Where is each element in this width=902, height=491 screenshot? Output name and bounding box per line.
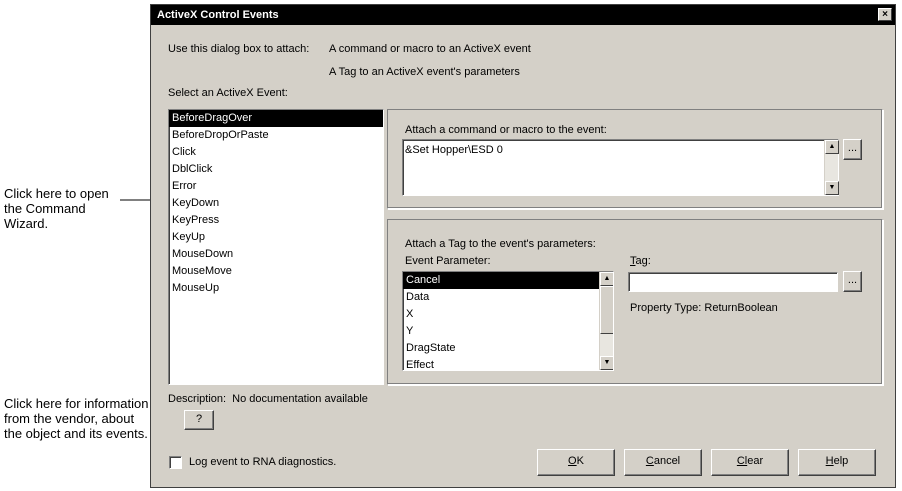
event-item-mousemove[interactable]: MouseMove (169, 263, 383, 280)
cancel-u: C (645, 455, 654, 467)
clear-rest: ear (747, 455, 764, 467)
event-item-click[interactable]: Click (169, 144, 383, 161)
event-item-error[interactable]: Error (169, 178, 383, 195)
command-group-label: Attach a command or macro to the event: (405, 124, 607, 136)
event-item-keydown[interactable]: KeyDown (169, 195, 383, 212)
property-type-label: Property Type: (630, 302, 702, 314)
event-item-beforedroporpaste[interactable]: BeforeDropOrPaste (169, 127, 383, 144)
description-label: Description: (168, 393, 227, 405)
param-item-data[interactable]: Data (403, 289, 599, 306)
intro-option-command: A command or macro to an ActiveX event (329, 43, 531, 55)
param-scroll-down-icon[interactable]: ▼ (600, 356, 613, 370)
log-event-label: Log event to RNA diagnostics. (189, 456, 337, 468)
property-type: Property Type: ReturnBoolean (630, 302, 778, 314)
ok-button[interactable]: OK (537, 449, 615, 476)
select-event-label: Select an ActiveX Event: (168, 87, 288, 99)
clear-u: Cl (736, 455, 748, 467)
help-u: H (825, 455, 834, 467)
param-item-effect[interactable]: Effect (403, 357, 599, 370)
event-list[interactable]: BeforeDragOver BeforeDropOrPaste Click DblC… (168, 109, 384, 385)
intro-prefix: Use this dialog box to attach: (168, 43, 310, 55)
tag-group-label: Attach a Tag to the event's parameters: (405, 238, 596, 250)
event-parameter-list[interactable]: Cancel Data X Y DragState Effect ▲ ▼ (402, 271, 614, 371)
tag-input[interactable] (628, 272, 838, 292)
property-type-value: ReturnBoolean (704, 302, 778, 314)
tag-browse-button[interactable]: ... (843, 271, 862, 292)
event-parameter-label: Event Parameter: (405, 255, 491, 267)
dialog-title: ActiveX Control Events (157, 9, 279, 21)
event-item-beforedragover[interactable]: BeforeDragOver (169, 110, 383, 127)
param-item-x[interactable]: X (403, 306, 599, 323)
log-event-checkbox[interactable] (169, 456, 182, 469)
tag-label: Tag: (630, 255, 651, 267)
ok-rest: K (576, 455, 584, 467)
event-items: BeforeDragOver BeforeDropOrPaste Click DblC… (169, 110, 383, 297)
ok-u: O (568, 455, 577, 467)
param-items: Cancel Data X Y DragState Effect (403, 272, 599, 370)
vendor-help-button[interactable]: ? (184, 410, 214, 430)
dialog-titlebar: ActiveX Control Events × (151, 5, 895, 25)
help-rest: elp (833, 455, 849, 467)
command-input[interactable]: &Set Hopper\ESD 0 ▲ ▼ (402, 139, 839, 196)
event-item-mousedown[interactable]: MouseDown (169, 246, 383, 263)
callout-vendor-info: Click here for information from the vend… (4, 396, 149, 441)
param-item-y[interactable]: Y (403, 323, 599, 340)
description: Description: No documentation available (168, 393, 368, 405)
param-item-cancel[interactable]: Cancel (403, 272, 599, 289)
close-icon[interactable]: × (878, 8, 892, 21)
intro-option-tag: A Tag to an ActiveX event's parameters (329, 66, 520, 78)
description-value: No documentation available (232, 393, 368, 405)
param-scroll-up-icon[interactable]: ▲ (600, 272, 613, 286)
cancel-button[interactable]: Cancel (624, 449, 702, 476)
cancel-rest: ancel (653, 455, 681, 467)
param-scrollbar[interactable]: ▲ ▼ (599, 272, 613, 370)
command-scrollbar[interactable]: ▲ ▼ (824, 140, 839, 195)
command-value: &Set Hopper\ESD 0 (405, 144, 503, 156)
param-item-dragstate[interactable]: DragState (403, 340, 599, 357)
event-item-mouseup[interactable]: MouseUp (169, 280, 383, 297)
scroll-up-icon[interactable]: ▲ (825, 140, 839, 154)
event-item-dblclick[interactable]: DblClick (169, 161, 383, 178)
tag-label-rest: ag: (635, 255, 651, 267)
scroll-down-icon[interactable]: ▼ (825, 181, 839, 195)
param-scroll-thumb[interactable] (600, 286, 613, 334)
clear-button[interactable]: Clear (711, 449, 789, 476)
activex-control-events-dialog: ActiveX Control Events × Use this dialog… (150, 4, 896, 488)
event-item-keypress[interactable]: KeyPress (169, 212, 383, 229)
help-button[interactable]: Help (798, 449, 876, 476)
callout-command-wizard: Click here to open the Command Wizard. (4, 186, 109, 231)
event-item-keyup[interactable]: KeyUp (169, 229, 383, 246)
command-wizard-button[interactable]: ... (843, 139, 862, 160)
